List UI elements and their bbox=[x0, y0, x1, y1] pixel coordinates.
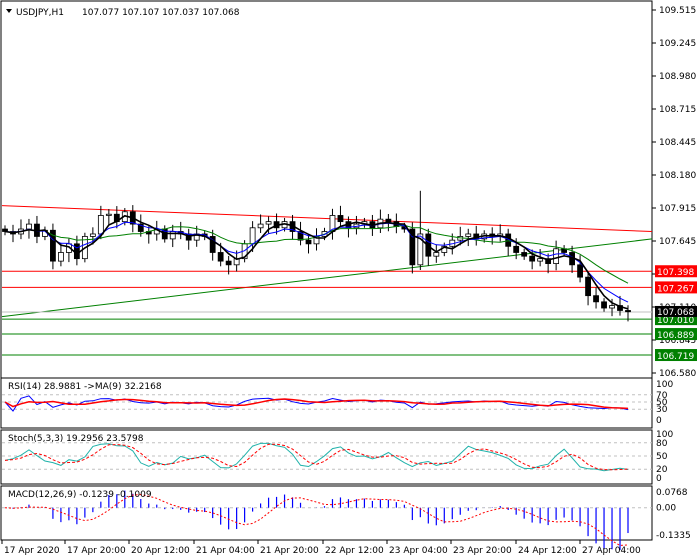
stoch-tick-label: 50 bbox=[656, 452, 668, 462]
rsi-tick-label: 0 bbox=[656, 416, 662, 426]
price-tick-label: 108.980 bbox=[659, 72, 696, 82]
candle bbox=[58, 252, 64, 262]
stoch-title: Stoch(5,3,3) 19.2956 23.5798 bbox=[8, 434, 144, 444]
candle bbox=[601, 301, 607, 309]
candle bbox=[593, 295, 599, 303]
candle bbox=[225, 260, 232, 266]
time-tick-label: 27 Apr 04:00 bbox=[582, 546, 641, 556]
candle bbox=[553, 248, 560, 264]
candle bbox=[433, 252, 440, 257]
time-tick-label: 21 Apr 04:00 bbox=[196, 546, 255, 556]
candle bbox=[337, 215, 344, 223]
symbol-label: USDJPY,H1 bbox=[16, 8, 64, 18]
candle bbox=[26, 223, 32, 230]
ohlc-values: 107.077 107.107 107.037 107.068 bbox=[82, 8, 240, 18]
price-level-label: 107.398 bbox=[657, 268, 694, 278]
macd-tick-label: 0.0768 bbox=[656, 488, 688, 498]
time-tick-label: 17 Apr 20:00 bbox=[67, 546, 126, 556]
rsi-tick-label: 100 bbox=[656, 380, 673, 390]
chart-header: USDJPY,H1 107.077 107.107 107.037 107.06… bbox=[6, 8, 240, 18]
macd-title: MACD(12,26,9) -0.1239 -0.1009 bbox=[8, 490, 152, 500]
price-tick-label: 108.715 bbox=[659, 105, 696, 115]
candle bbox=[513, 245, 520, 253]
candle bbox=[257, 223, 264, 229]
price-tick-label: 109.245 bbox=[659, 39, 696, 49]
time-tick-label: 23 Apr 20:00 bbox=[453, 546, 512, 556]
trading-chart[interactable]: 109.515 109.245 108.980 108.715 108.445 108.1… bbox=[0, 0, 700, 560]
stoch-tick-label: 0 bbox=[656, 474, 662, 484]
macd-tick-label: -0.1335 bbox=[656, 531, 691, 541]
candle bbox=[585, 276, 591, 297]
price-level-label: 107.267 bbox=[657, 284, 694, 294]
stoch-tick-label: 80 bbox=[656, 439, 668, 449]
time-tick-label: 24 Apr 12:00 bbox=[518, 546, 577, 556]
candle bbox=[265, 221, 272, 225]
macd-tick-label: 0.00 bbox=[656, 504, 676, 514]
price-tick-label: 108.445 bbox=[659, 138, 696, 148]
candle bbox=[609, 305, 615, 309]
candle bbox=[521, 252, 528, 257]
candle bbox=[217, 252, 224, 262]
candle bbox=[625, 310, 631, 313]
rsi-title: RSI(14) 28.9881 ->MA(9) 32.2168 bbox=[8, 382, 162, 392]
candle bbox=[73, 243, 80, 260]
time-tick-label: 17 Apr 2020 bbox=[4, 546, 60, 556]
candle bbox=[385, 218, 392, 223]
time-tick-label: 21 Apr 20:00 bbox=[260, 546, 319, 556]
price-tick-label: 107.915 bbox=[659, 204, 696, 214]
price-level-label: 106.719 bbox=[657, 352, 694, 362]
time-tick-label: 22 Apr 12:00 bbox=[325, 546, 384, 556]
candle bbox=[97, 215, 104, 235]
candle bbox=[105, 213, 112, 216]
price-tick-label: 106.580 bbox=[659, 369, 696, 379]
candle bbox=[577, 264, 583, 278]
current-price-label: 107.068 bbox=[657, 308, 694, 318]
time-tick-label: 23 Apr 04:00 bbox=[389, 546, 448, 556]
time-tick-label: 20 Apr 12:00 bbox=[131, 546, 190, 556]
price-tick-label: 109.515 bbox=[659, 6, 696, 16]
price-tick-label: 107.645 bbox=[659, 237, 696, 247]
candle bbox=[89, 233, 96, 237]
candle bbox=[305, 239, 312, 245]
candle bbox=[465, 233, 472, 237]
candle bbox=[529, 255, 536, 262]
rsi-tick-label: 30 bbox=[656, 405, 668, 415]
candle bbox=[537, 258, 544, 262]
price-level-label: 106.889 bbox=[657, 331, 694, 341]
price-tick-label: 108.180 bbox=[659, 171, 696, 181]
candle bbox=[249, 227, 256, 245]
